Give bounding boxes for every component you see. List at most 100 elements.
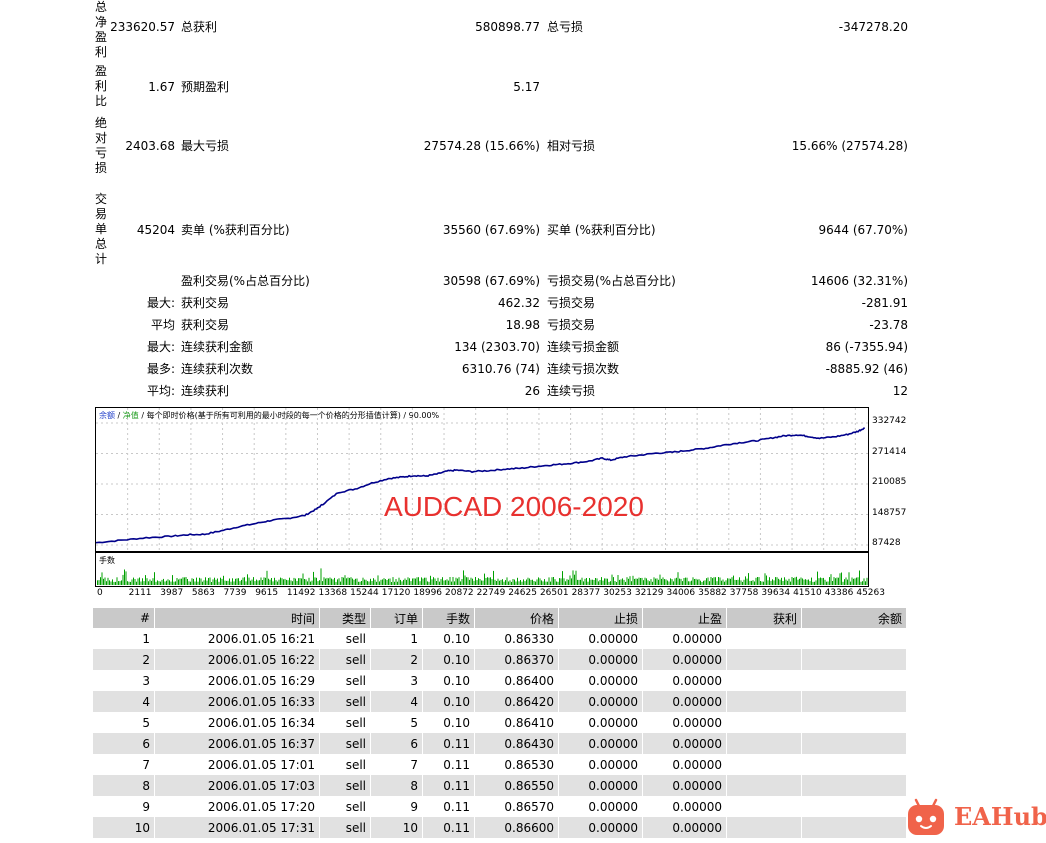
volume-bar xyxy=(565,581,566,585)
volume-bar xyxy=(112,579,113,585)
volume-bar xyxy=(364,579,365,585)
volume-bar xyxy=(848,572,850,585)
detail-left-value: 30598 (67.69%) xyxy=(442,274,540,288)
volume-bar xyxy=(488,577,490,585)
volume-bar xyxy=(509,580,511,585)
volume-bar xyxy=(668,581,670,585)
volume-bar xyxy=(373,578,374,585)
volume-bar xyxy=(115,581,116,585)
volume-bar xyxy=(584,578,586,585)
volume-bar xyxy=(116,577,118,585)
volume-bar xyxy=(499,580,500,585)
volume-bar xyxy=(700,580,701,585)
table-cell: 0.10 xyxy=(422,691,475,712)
volume-bar xyxy=(742,581,743,585)
volume-bar xyxy=(787,580,788,585)
volume-bar xyxy=(647,580,649,585)
table-cell: 0.86530 xyxy=(474,754,559,775)
volume-bar xyxy=(554,579,556,585)
volume-bar xyxy=(256,579,257,585)
volume-bar xyxy=(833,577,835,585)
volume-bar xyxy=(557,581,559,585)
volume-bar xyxy=(698,579,700,585)
table-cell: 0.00000 xyxy=(642,712,727,733)
x-tick-label: 7739 xyxy=(223,588,247,598)
volume-bar xyxy=(238,578,239,585)
max-drawdown-label: 最大亏损 xyxy=(181,139,230,153)
volume-bar xyxy=(362,577,364,585)
volume-bar xyxy=(247,574,248,585)
x-tick-label: 5863 xyxy=(191,588,215,598)
table-cell xyxy=(801,775,907,796)
volume-bar xyxy=(392,577,394,585)
volume-bar xyxy=(569,575,571,585)
detail-left-value: 6310.76 (74) xyxy=(461,362,540,376)
table-row: 8 2006.01.05 17:03 sell 8 0.11 0.86550 0.00000… xyxy=(93,775,907,796)
volume-bar xyxy=(439,581,440,585)
volume-bar xyxy=(118,581,119,585)
volume-bar xyxy=(265,577,266,585)
volume-bar xyxy=(155,581,157,585)
volume-bar xyxy=(829,577,830,585)
y-tick-label: 210085 xyxy=(872,477,907,487)
volume-bar xyxy=(472,578,473,585)
volume-bar xyxy=(100,577,101,585)
volume-bar xyxy=(301,578,302,585)
volume-bar xyxy=(580,579,581,585)
volume-bar xyxy=(529,578,530,585)
gross-loss-value: -347278.20 xyxy=(838,20,908,34)
volume-bar xyxy=(577,579,578,585)
detail-left-label: 连续获利 xyxy=(181,384,230,398)
volume-bar xyxy=(535,581,536,585)
table-cell: 0.00000 xyxy=(642,775,727,796)
col-header: 余额 xyxy=(801,608,907,628)
volume-bar xyxy=(325,578,326,585)
volume-bar xyxy=(173,581,175,585)
volume-bar xyxy=(502,579,503,585)
detail-left-value: 18.98 xyxy=(505,318,540,332)
table-cell xyxy=(726,796,802,817)
table-cell: sell xyxy=(319,796,371,817)
volume-bar xyxy=(493,570,494,585)
volume-bar xyxy=(817,571,818,585)
volume-bar xyxy=(131,579,133,585)
table-cell: 0.11 xyxy=(422,775,475,796)
volume-bar xyxy=(358,581,359,585)
volume-bar xyxy=(475,577,476,585)
volume-bar xyxy=(305,579,307,585)
volume-bar xyxy=(662,577,664,585)
detail-right-value: -23.78 xyxy=(869,318,908,332)
detail-right-label: 连续亏损次数 xyxy=(547,362,620,376)
volume-bar xyxy=(161,579,163,585)
table-cell: sell xyxy=(319,670,371,691)
volume-bar xyxy=(427,581,428,585)
volume-bar xyxy=(404,578,406,585)
volume-bar xyxy=(701,582,703,585)
volume-bar xyxy=(224,580,226,585)
table-cell xyxy=(726,691,802,712)
volume-bar xyxy=(665,579,667,585)
long-positions-value: 9644 (67.70%) xyxy=(818,223,908,237)
table-row: 7 2006.01.05 17:01 sell 7 0.11 0.86530 0.00000… xyxy=(93,754,907,775)
volume-bar xyxy=(703,580,704,585)
table-cell: 2006.01.05 17:31 xyxy=(154,817,320,838)
volume-bar xyxy=(821,578,823,585)
volume-bar xyxy=(197,581,199,585)
volume-bar xyxy=(613,577,614,585)
volume-bar xyxy=(793,578,794,585)
volume-bar xyxy=(182,577,184,585)
volume-bar xyxy=(664,579,665,585)
volume-bar xyxy=(692,577,694,585)
volume-bar xyxy=(676,577,677,585)
volume-bar xyxy=(286,579,287,585)
volume-bar xyxy=(394,581,395,585)
volume-bar xyxy=(841,572,842,585)
volume-bar xyxy=(188,581,190,585)
volume-bar xyxy=(520,580,521,585)
volume-bar xyxy=(638,577,640,585)
detail-right-label: 亏损交易(%占总百分比) xyxy=(547,274,676,288)
volume-bar xyxy=(827,581,829,585)
trades-table: # 时间 类型 订单 手数 价格 止损 止盈 获利 余额 1 2006.01.05… xyxy=(93,608,907,838)
volume-bar xyxy=(211,582,212,585)
volume-bar xyxy=(512,579,514,585)
